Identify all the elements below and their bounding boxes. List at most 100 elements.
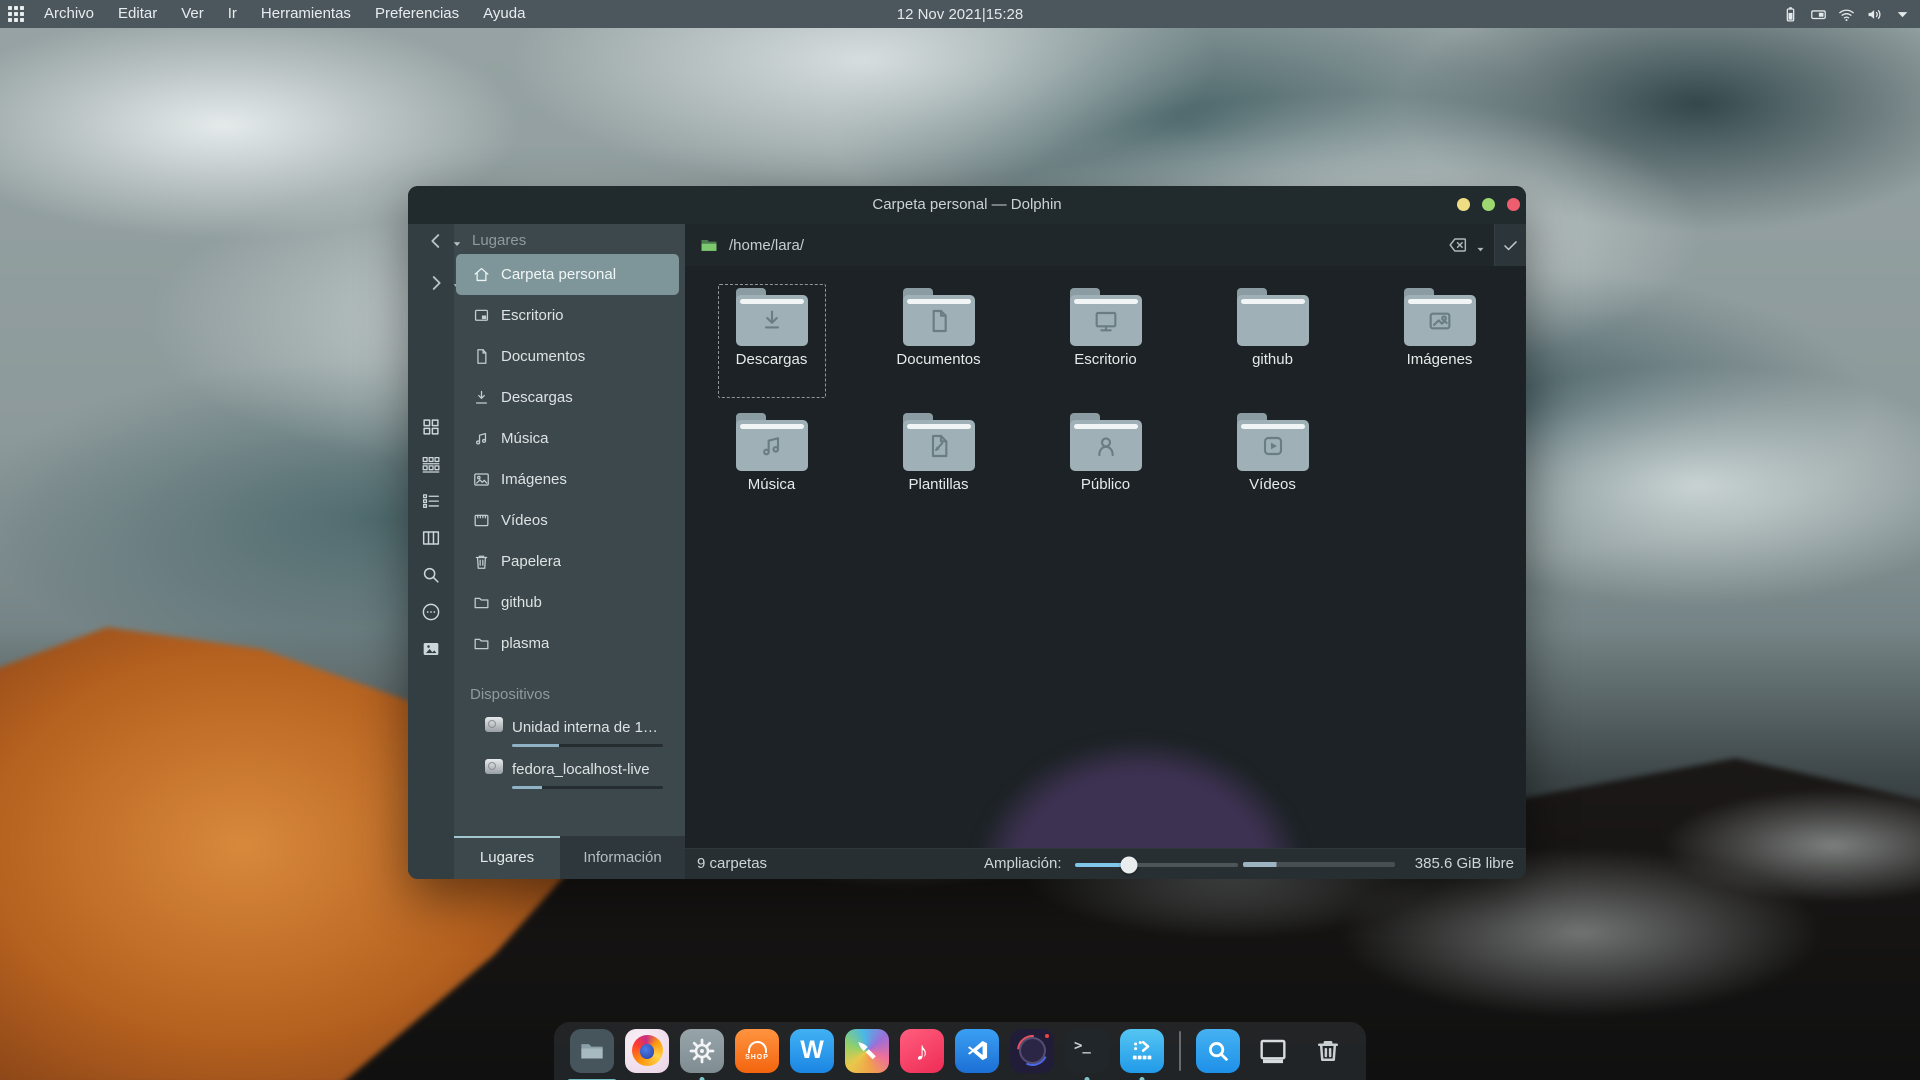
menubar-item[interactable]: Ayuda xyxy=(471,0,537,28)
folder-item[interactable]: Música xyxy=(688,413,855,538)
split-view-icon[interactable] xyxy=(420,527,442,549)
preview-icon[interactable] xyxy=(420,638,442,660)
files-dock-icon xyxy=(577,1036,607,1066)
dock-item[interactable] xyxy=(680,1029,724,1073)
folder-item[interactable]: Imágenes xyxy=(1356,288,1523,413)
global-menubar: Archivo Editar Ver Ir Herramientas Prefe… xyxy=(0,0,1920,28)
close-button[interactable] xyxy=(1507,198,1520,211)
trash-icon xyxy=(472,552,491,571)
folder-item[interactable]: Documentos xyxy=(855,288,1022,413)
panel-icon[interactable] xyxy=(1809,5,1828,24)
dock-item[interactable] xyxy=(1196,1029,1240,1073)
dock-item[interactable] xyxy=(625,1029,669,1073)
sidebar-tab[interactable]: Lugares xyxy=(454,836,560,879)
minimize-button[interactable] xyxy=(1457,198,1470,211)
dock-item[interactable]: ♪ xyxy=(900,1029,944,1073)
brush-icon xyxy=(853,1037,881,1065)
desktop-icon xyxy=(472,306,491,325)
apps-grid-icon[interactable] xyxy=(6,4,26,24)
home-icon xyxy=(472,265,491,284)
sidebar-place[interactable]: plasma xyxy=(456,623,679,664)
dock-item[interactable] xyxy=(845,1029,889,1073)
volume-icon[interactable] xyxy=(1865,5,1884,24)
sidebar-place[interactable]: Documentos xyxy=(456,336,679,377)
sidebar-place[interactable]: Escritorio xyxy=(456,295,679,336)
battery-icon[interactable] xyxy=(1781,5,1800,24)
folder-item[interactable]: Escritorio xyxy=(1022,288,1189,413)
sidebar-device[interactable]: fedora_localhost-live xyxy=(454,754,685,796)
device-usage-bar xyxy=(512,744,663,747)
locations-dropdown-icon[interactable] xyxy=(1475,242,1486,253)
sidebar-device[interactable]: Unidad interna de 1… xyxy=(454,712,685,754)
sidebar-place[interactable]: Música xyxy=(456,418,679,459)
dock-item[interactable] xyxy=(1306,1029,1350,1073)
menubar-item[interactable]: Archivo xyxy=(32,0,106,28)
device-usage-bar xyxy=(512,786,663,789)
folder-item[interactable]: Plantillas xyxy=(855,413,1022,538)
dock-item[interactable] xyxy=(1179,1031,1181,1071)
dock-item[interactable] xyxy=(1010,1029,1054,1073)
folder-icon xyxy=(736,413,808,471)
sidebar-place[interactable]: github xyxy=(456,582,679,623)
folder-icon xyxy=(472,593,491,612)
sidebar-place[interactable]: Descargas xyxy=(456,377,679,418)
folder-item[interactable]: Descargas xyxy=(688,288,855,413)
titlebar[interactable]: Carpeta personal — Dolphin xyxy=(408,186,1526,224)
location-path[interactable]: /home/lara/ xyxy=(729,237,804,254)
icons-view-icon[interactable] xyxy=(420,416,442,438)
download-icon xyxy=(472,388,491,407)
location-bar[interactable]: /home/lara/ xyxy=(685,224,1526,266)
devices-header: Dispositivos xyxy=(470,686,685,706)
clock[interactable]: 12 Nov 2021|15:28 xyxy=(897,6,1024,23)
trash-dock-icon xyxy=(1313,1036,1343,1066)
dock-item[interactable] xyxy=(1120,1029,1164,1073)
sidebar-place[interactable]: Imágenes xyxy=(456,459,679,500)
compact-view-icon[interactable] xyxy=(420,453,442,475)
caret-down-icon[interactable] xyxy=(1893,5,1912,24)
sidebar-place[interactable]: Vídeos xyxy=(456,500,679,541)
dock-item[interactable]: W xyxy=(790,1029,834,1073)
sidebar-place[interactable]: Papelera xyxy=(456,541,679,582)
forward-button[interactable] xyxy=(425,272,447,294)
dock-item[interactable] xyxy=(1251,1029,1295,1073)
confirm-location-button[interactable] xyxy=(1494,224,1526,266)
wifi-icon[interactable] xyxy=(1837,5,1856,24)
dock-item[interactable] xyxy=(570,1029,614,1073)
document-emblem-icon xyxy=(923,305,955,337)
menubar-item[interactable]: Herramientas xyxy=(249,0,363,28)
places-list: Carpeta personal Escritorio Documentos xyxy=(454,254,685,664)
view-toolbar xyxy=(408,224,454,879)
sidebar: Lugares Carpeta personal Escritorio xyxy=(408,224,685,879)
folder-icon xyxy=(1237,413,1309,471)
back-button[interactable] xyxy=(425,230,447,252)
check-icon xyxy=(1501,236,1520,255)
zoom-slider[interactable] xyxy=(1075,863,1238,867)
details-view-icon[interactable] xyxy=(420,490,442,512)
sidebar-tab[interactable]: Información xyxy=(560,836,685,879)
dock-item[interactable]: >_ xyxy=(1065,1029,1109,1073)
video-emblem-icon xyxy=(1257,430,1289,462)
folder-view[interactable]: Descargas Documentos xyxy=(685,266,1526,848)
menubar-item[interactable]: Editar xyxy=(106,0,169,28)
maximize-button[interactable] xyxy=(1482,198,1495,211)
display-icon xyxy=(1257,1035,1289,1067)
dock-item[interactable]: SHOP xyxy=(735,1029,779,1073)
zoom-slider-thumb[interactable] xyxy=(1120,857,1137,874)
menubar-item[interactable]: Ir xyxy=(216,0,249,28)
sidebar-place[interactable]: Carpeta personal xyxy=(456,254,679,295)
places-header: Lugares xyxy=(472,232,685,252)
folder-item[interactable]: Público xyxy=(1022,413,1189,538)
clear-text-icon[interactable] xyxy=(1447,234,1469,256)
dock-item[interactable] xyxy=(955,1029,999,1073)
folder-item[interactable]: Vídeos xyxy=(1189,413,1356,538)
folder-icon xyxy=(1070,413,1142,471)
more-options-icon[interactable] xyxy=(420,601,442,623)
devices-list: Unidad interna de 1… fedora_localhost-li… xyxy=(454,712,685,796)
monitor-emblem-icon xyxy=(1090,305,1122,337)
search-icon[interactable] xyxy=(420,564,442,586)
menubar-item[interactable]: Preferencias xyxy=(363,0,471,28)
desktop: Archivo Editar Ver Ir Herramientas Prefe… xyxy=(0,0,1920,1080)
folder-item[interactable]: github xyxy=(1189,288,1356,413)
menubar-item[interactable]: Ver xyxy=(169,0,216,28)
folder-label: Documentos xyxy=(855,351,1022,368)
